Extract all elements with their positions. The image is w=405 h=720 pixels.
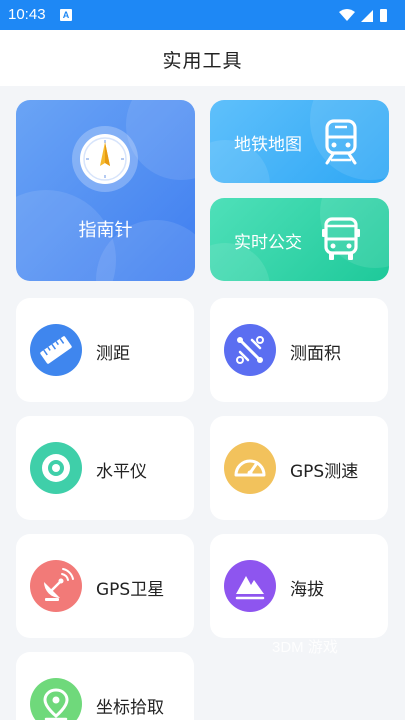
speedometer-icon xyxy=(224,442,276,494)
metro-map-label: 地铁地图 xyxy=(234,135,302,155)
realtime-bus-label: 实时公交 xyxy=(234,233,302,253)
status-bar: 10:43 A xyxy=(0,0,405,30)
tool-label: GPS测速 xyxy=(290,462,359,482)
status-icons xyxy=(339,9,387,22)
tool-label: 水平仪 xyxy=(96,462,147,482)
metro-map-card[interactable]: 地铁地图 xyxy=(210,100,389,183)
tool-area[interactable]: 测面积 xyxy=(210,298,388,402)
bus-icon xyxy=(322,217,360,260)
tool-level[interactable]: 水平仪 xyxy=(16,416,194,520)
wifi-icon xyxy=(339,9,355,21)
map-pin-icon xyxy=(30,678,82,720)
tool-gps-satellite[interactable]: GPS卫星 xyxy=(16,534,194,638)
tool-label: GPS卫星 xyxy=(96,580,165,600)
tool-label: 坐标拾取 xyxy=(96,698,164,718)
satellite-dish-icon xyxy=(30,560,82,612)
app-header: 实用工具 xyxy=(0,30,405,86)
tool-label: 测距 xyxy=(96,344,130,364)
tool-distance[interactable]: 测距 xyxy=(16,298,194,402)
area-measure-icon xyxy=(224,324,276,376)
tool-altitude[interactable]: 海拔 xyxy=(210,534,388,638)
signal-icon xyxy=(361,10,373,22)
status-time: 10:43 xyxy=(8,6,46,23)
compass-icon xyxy=(72,126,138,192)
level-icon xyxy=(30,442,82,494)
mountain-icon xyxy=(224,560,276,612)
tool-gps-speed[interactable]: GPS测速 xyxy=(210,416,388,520)
realtime-bus-card[interactable]: 实时公交 xyxy=(210,198,389,281)
page-title: 实用工具 xyxy=(162,50,243,72)
notification-badge: A xyxy=(60,9,72,21)
train-icon xyxy=(325,119,357,165)
compass-card[interactable]: 指南针 xyxy=(16,100,195,281)
watermark-text: 3DM 游戏 xyxy=(272,639,338,656)
compass-label: 指南针 xyxy=(78,220,133,241)
tool-label: 测面积 xyxy=(290,344,341,364)
ruler-icon xyxy=(30,324,82,376)
battery-icon xyxy=(380,9,387,22)
tool-coordinate-pick[interactable]: 坐标拾取 xyxy=(16,652,194,720)
tool-label: 海拔 xyxy=(290,580,324,600)
